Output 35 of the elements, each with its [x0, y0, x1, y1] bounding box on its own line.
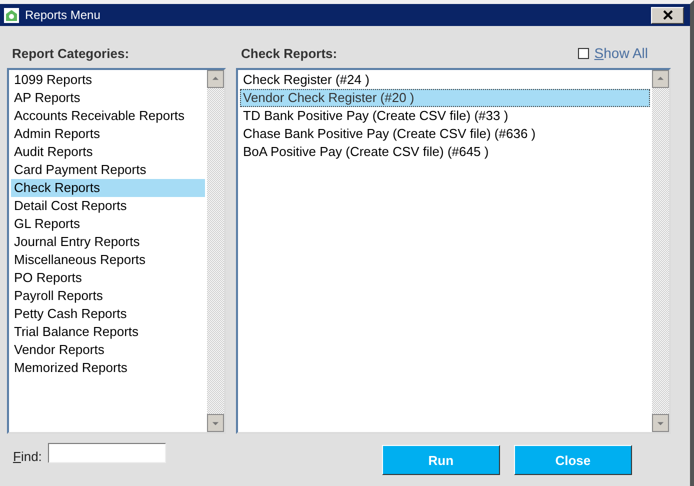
scroll-down-icon[interactable] [207, 414, 224, 432]
list-item[interactable]: Vendor Check Register (#20 ) [240, 89, 650, 107]
app-icon [4, 8, 19, 22]
list-item[interactable]: GL Reports [11, 215, 205, 233]
list-item[interactable]: Miscellaneous Reports [11, 251, 205, 269]
window-title: Reports Menu [25, 8, 102, 22]
scroll-up-icon[interactable] [652, 70, 669, 88]
scroll-up-icon[interactable] [207, 70, 224, 88]
list-item[interactable]: TD Bank Positive Pay (Create CSV file) (#33 ) [240, 107, 650, 125]
list-item[interactable]: Petty Cash Reports [11, 305, 205, 323]
list-item[interactable]: Check Register (#24 ) [240, 71, 650, 89]
list-item[interactable]: Memorized Reports [11, 359, 205, 377]
list-item[interactable]: PO Reports [11, 269, 205, 287]
list-item[interactable]: Audit Reports [11, 143, 205, 161]
list-heading: Report Categories: [12, 46, 130, 60]
list-item[interactable]: Check Reports [11, 179, 205, 197]
list-item[interactable]: Admin Reports [11, 125, 205, 143]
list-item[interactable]: AP Reports [11, 89, 205, 107]
list-item[interactable]: 1099 Reports [11, 71, 205, 89]
scroll-down-icon[interactable] [652, 414, 669, 432]
list-heading: Check Reports: [241, 46, 338, 60]
list-item[interactable]: Detail Cost Reports [11, 197, 205, 215]
show-all-checkbox[interactable] [578, 48, 590, 58]
list-item[interactable]: Journal Entry Reports [11, 233, 205, 251]
list-item[interactable]: Card Payment Reports [11, 161, 205, 179]
find-label: Find: [13, 448, 42, 464]
show-all-label[interactable]: Show All [594, 45, 648, 61]
list-item[interactable]: Payroll Reports [11, 287, 205, 305]
list-item[interactable]: Vendor Reports [11, 341, 205, 359]
list-item[interactable]: Chase Bank Positive Pay (Create CSV file) (#636 ) [240, 125, 650, 143]
list-item[interactable]: Accounts Receivable Reports [11, 107, 205, 125]
list-item[interactable]: BoA Positive Pay (Create CSV file) (#645 ) [240, 143, 650, 161]
list-item[interactable]: Trial Balance Reports [11, 323, 205, 341]
find-field[interactable] [48, 443, 166, 463]
close-icon[interactable] [651, 6, 684, 24]
